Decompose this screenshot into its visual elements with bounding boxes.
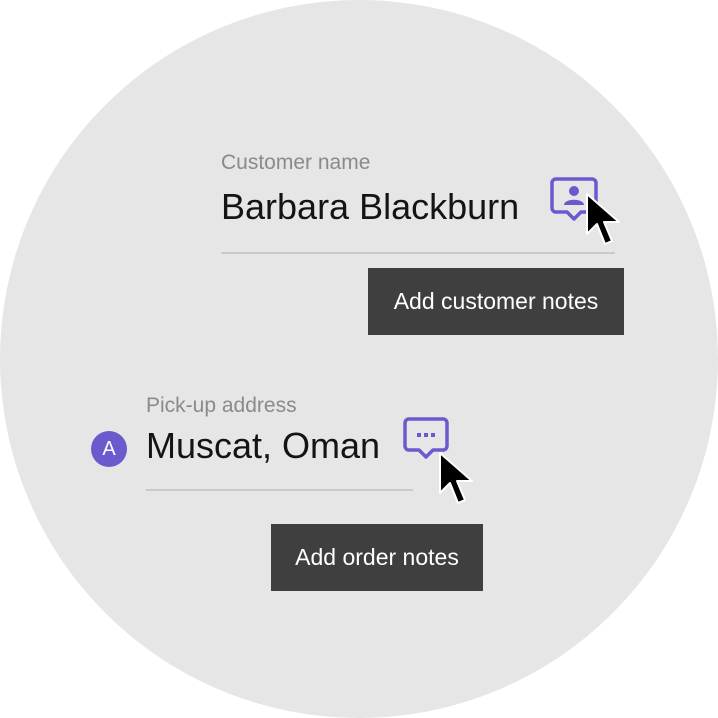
customer-name-value[interactable]: Barbara Blackburn (221, 186, 519, 228)
order-notes-tooltip: Add order notes (271, 524, 483, 591)
customer-name-underline (221, 252, 615, 254)
customer-name-label: Customer name (221, 151, 371, 174)
pickup-address-label: Pick-up address (146, 394, 297, 417)
background-circle (0, 0, 718, 718)
add-customer-notes-button[interactable] (550, 176, 600, 222)
chat-dots-icon (403, 417, 449, 459)
pickup-address-value[interactable]: Muscat, Oman (146, 425, 380, 467)
add-order-notes-button[interactable] (403, 416, 451, 460)
pickup-address-underline (146, 489, 413, 491)
customer-notes-tooltip: Add customer notes (368, 268, 624, 335)
stage: Customer name Barbara Blackburn Add cust… (0, 0, 718, 718)
contact-chat-icon (550, 177, 598, 221)
location-badge: A (91, 431, 127, 467)
